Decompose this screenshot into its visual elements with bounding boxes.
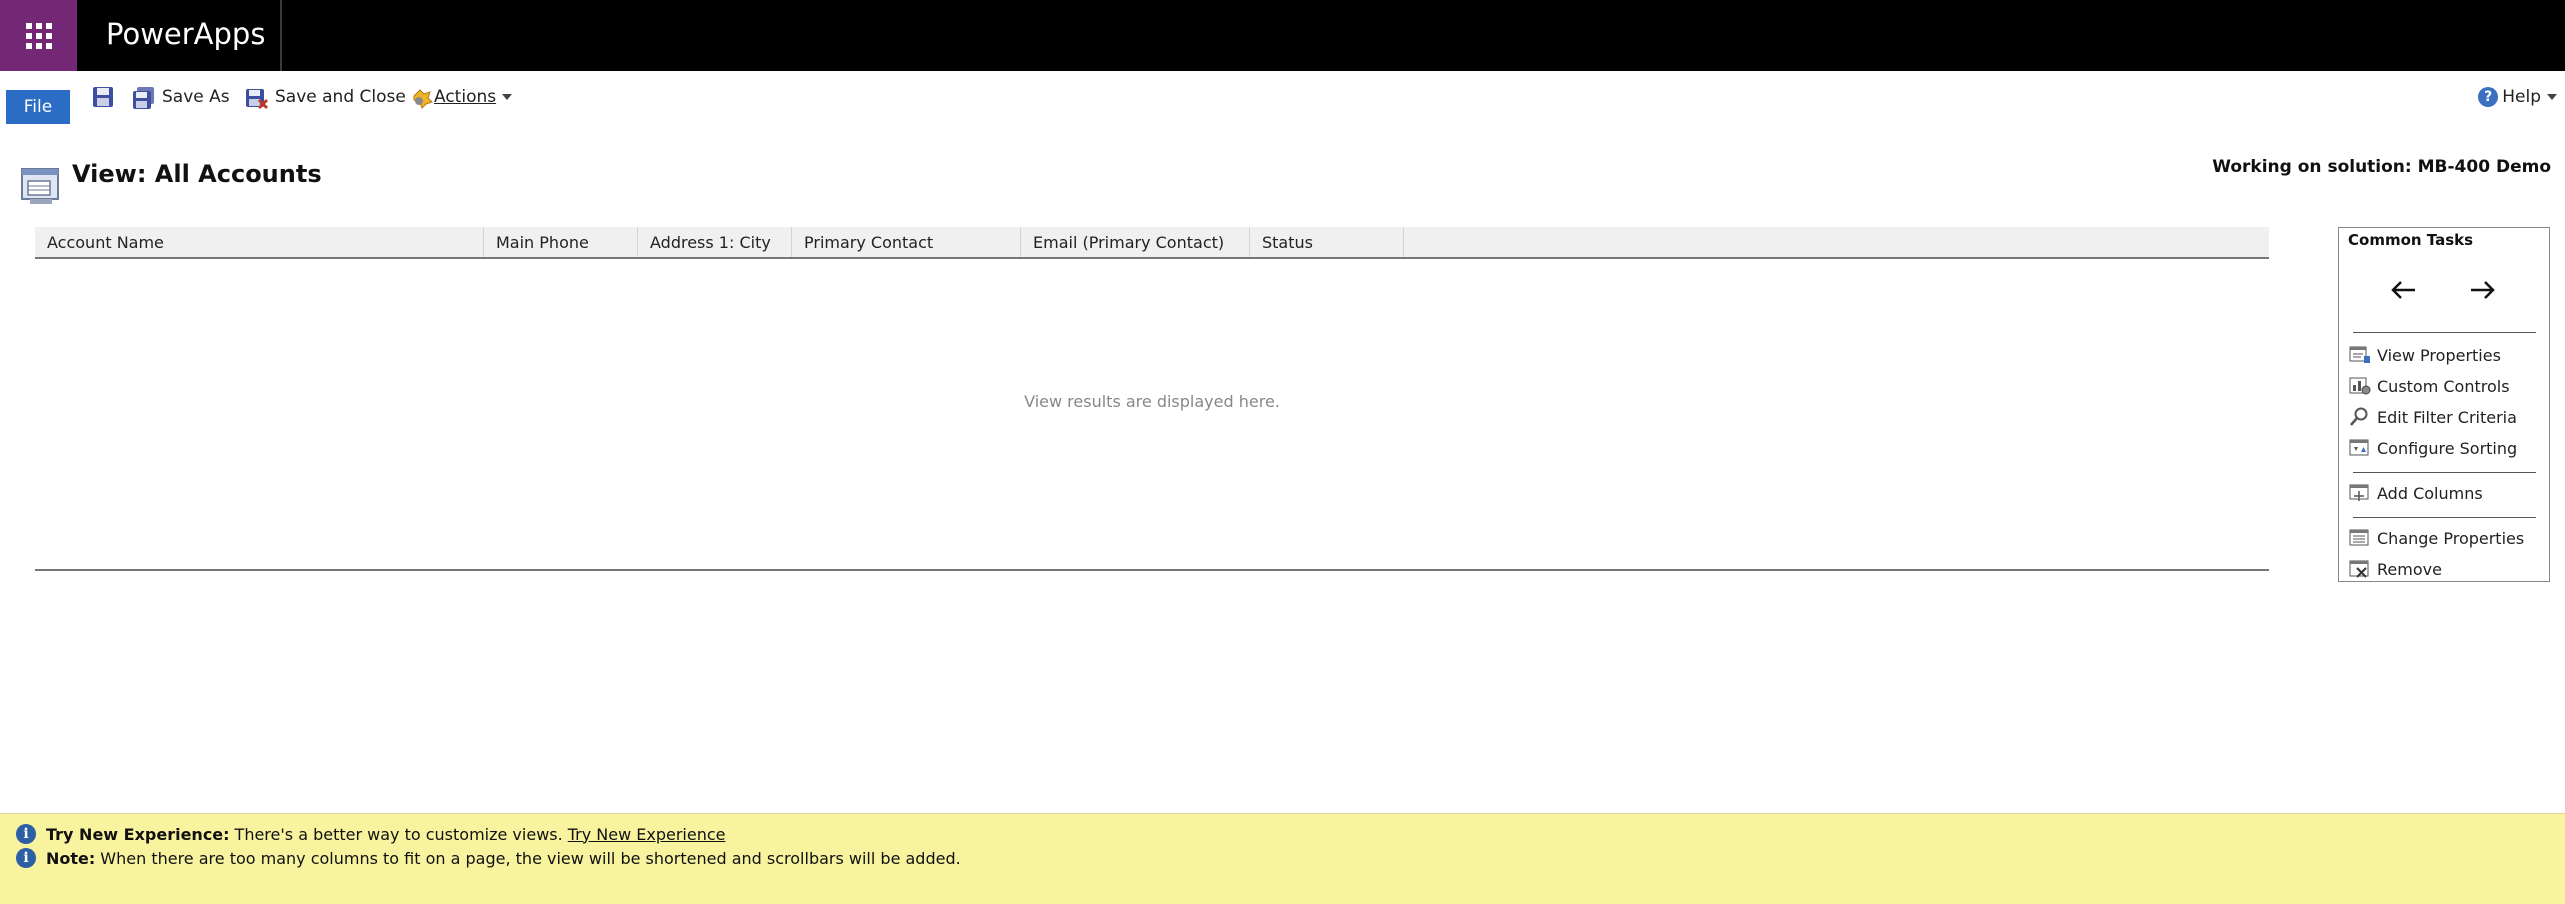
save-button[interactable] (92, 82, 114, 112)
grid-bottom-border (35, 569, 2269, 571)
common-tasks-panel: Common Tasks View Properties Custom Cont… (2338, 227, 2550, 582)
tasks-divider (2353, 332, 2536, 333)
task-add-columns[interactable]: Add Columns (2349, 480, 2483, 506)
help-menu[interactable]: ? Help (2478, 82, 2557, 112)
app-header: PowerApps (0, 0, 2565, 71)
actions-menu[interactable]: Actions (410, 82, 513, 112)
save-and-close-label: Save and Close (275, 87, 406, 107)
save-as-label: Save As (162, 87, 230, 107)
column-header-email[interactable]: Email (Primary Contact) (1021, 227, 1250, 257)
notice-text: There's a better way to customize views. (234, 824, 563, 844)
filter-search-icon (2349, 407, 2371, 427)
notice-text: When there are too many columns to fit o… (100, 848, 961, 868)
chevron-down-icon (502, 94, 513, 100)
save-icon (92, 86, 114, 108)
notification-bar: i Try New Experience: There's a better w… (0, 813, 2565, 904)
column-header-primary-contact[interactable]: Primary Contact (792, 227, 1021, 257)
task-remove[interactable]: Remove (2349, 556, 2442, 582)
chevron-down-icon (2547, 94, 2557, 100)
view-icon (20, 165, 62, 207)
notice-columns-note: i Note: When there are too many columns … (16, 846, 961, 870)
arrow-right-icon (2471, 281, 2495, 299)
info-icon: i (16, 824, 36, 844)
custom-controls-icon (2349, 376, 2371, 396)
app-launcher-button[interactable] (0, 0, 77, 71)
grid-header: Account Name Main Phone Address 1: City … (35, 227, 2269, 259)
actions-label: Actions (434, 87, 497, 107)
solution-label: Working on solution: MB-400 Demo (2212, 157, 2551, 177)
empty-results-message: View results are displayed here. (1024, 392, 1280, 411)
try-new-experience-link[interactable]: Try New Experience (568, 825, 726, 844)
page-title: View: All Accounts (72, 160, 322, 188)
tasks-divider (2353, 517, 2536, 518)
header-divider (280, 0, 282, 71)
task-label: Add Columns (2377, 483, 2483, 503)
task-label: Custom Controls (2377, 376, 2510, 396)
command-ribbon: File Save As Save and Close Actions ? He… (0, 71, 2565, 128)
task-label: Change Properties (2377, 528, 2525, 548)
task-change-properties[interactable]: Change Properties (2349, 525, 2524, 551)
move-right-button[interactable] (2467, 276, 2499, 304)
help-icon: ? (2478, 87, 2499, 107)
remove-icon (2349, 559, 2371, 579)
column-header-address-city[interactable]: Address 1: City (638, 227, 792, 257)
column-header-status[interactable]: Status (1250, 227, 1404, 257)
task-label: Remove (2377, 559, 2442, 579)
notice-label: Try New Experience: (46, 824, 230, 844)
save-and-close-button[interactable]: Save and Close (245, 82, 406, 112)
task-label: Edit Filter Criteria (2377, 407, 2517, 427)
arrow-left-icon (2391, 281, 2415, 299)
notice-try-new-experience: i Try New Experience: There's a better w… (16, 822, 725, 846)
app-title[interactable]: PowerApps (106, 17, 265, 51)
info-icon: i (16, 848, 36, 868)
file-button[interactable]: File (6, 90, 70, 124)
task-label: View Properties (2377, 345, 2501, 365)
task-custom-controls[interactable]: Custom Controls (2349, 373, 2510, 399)
save-and-close-icon (245, 86, 269, 110)
column-header-main-phone[interactable]: Main Phone (484, 227, 638, 257)
tasks-divider (2353, 472, 2536, 473)
column-header-account-name[interactable]: Account Name (35, 227, 484, 257)
waffle-icon (25, 22, 52, 49)
save-as-button[interactable]: Save As (132, 82, 230, 112)
task-view-properties[interactable]: View Properties (2349, 342, 2501, 368)
task-label: Configure Sorting (2377, 438, 2518, 458)
common-tasks-title: Common Tasks (2348, 231, 2474, 249)
save-as-icon (132, 86, 154, 109)
task-edit-filter-criteria[interactable]: Edit Filter Criteria (2349, 404, 2517, 430)
add-columns-icon (2349, 483, 2371, 503)
sort-icon (2349, 438, 2371, 458)
move-left-button[interactable] (2387, 276, 2419, 304)
view-grid: Account Name Main Phone Address 1: City … (35, 227, 2269, 572)
change-properties-icon (2349, 528, 2371, 548)
notice-label: Note: (46, 848, 96, 868)
help-label: Help (2502, 87, 2541, 107)
actions-icon (410, 86, 433, 109)
task-configure-sorting[interactable]: Configure Sorting (2349, 435, 2517, 461)
view-properties-icon (2349, 345, 2371, 365)
